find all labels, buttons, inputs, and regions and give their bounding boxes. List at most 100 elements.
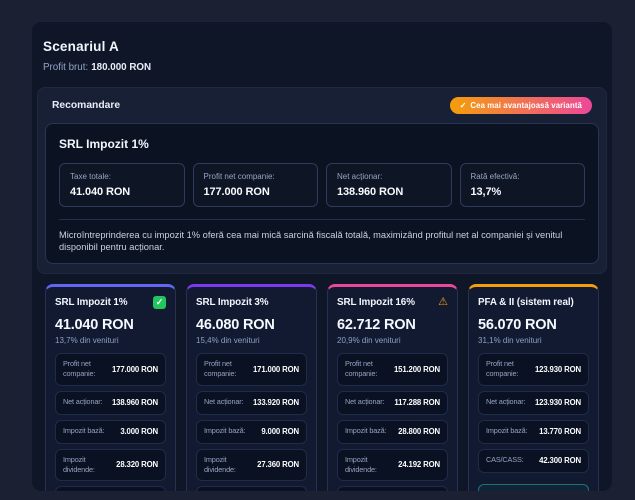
recommendation-card: SRL Impozit 1% Taxe totale: 41.040 RON P…: [45, 123, 599, 264]
row-value: 28.800 RON: [398, 427, 440, 436]
row-value: 9.000 RON: [261, 427, 299, 436]
row-label: Impozit dividende:: [345, 455, 394, 475]
row-value: 133.920 RON: [253, 398, 299, 407]
savings-row: Economii vs. max: 6.642 RON: [478, 484, 589, 492]
gross-profit-value: 180.000 RON: [91, 62, 151, 73]
row-value: 3.000 RON: [120, 427, 158, 436]
table-row: Impozit bază: 13.770 RON: [478, 420, 589, 444]
scenario-card-header: PFA & II (sistem real): [478, 295, 589, 309]
row-value: 24.192 RON: [398, 460, 440, 469]
row-label: Profit net companie:: [63, 359, 108, 379]
stat-label: Taxe totale:: [70, 172, 174, 181]
table-row: Impozit bază: 3.000 RON: [55, 420, 166, 444]
row-value: 151.200 RON: [394, 365, 440, 374]
scenario-card[interactable]: SRL Impozit 1% ✓ 41.040 RON 13,7% din ve…: [45, 284, 176, 492]
row-label: Profit net companie:: [486, 359, 531, 379]
row-value: 138.960 RON: [112, 398, 158, 407]
row-value: 42.300 RON: [539, 456, 581, 465]
table-row: Net acționar: 133.920 RON: [196, 391, 307, 415]
card-rows: Profit net companie: 151.200 RON Net acț…: [337, 353, 448, 492]
percent-of-revenue: 20,9% din venituri: [337, 336, 448, 345]
stat-box: Net acționar: 138.960 RON: [326, 163, 452, 207]
table-row: Impozit dividende: 24.192 RON: [337, 449, 448, 481]
total-taxes-value: 46.080 RON: [196, 317, 307, 333]
stat-box: Rată efectivă: 13,7%: [460, 163, 586, 207]
stat-box: Profit net companie: 177.000 RON: [193, 163, 319, 207]
table-row: Profit net companie: 177.000 RON: [55, 353, 166, 385]
table-row: CASS dividende: 9.720 RON: [196, 486, 307, 492]
row-label: Impozit bază:: [204, 426, 245, 436]
row-value: 171.000 RON: [253, 365, 299, 374]
stat-value: 138.960 RON: [337, 186, 441, 198]
gross-profit-label: Profit brut:: [43, 62, 88, 73]
scenario-card-header: SRL Impozit 3%: [196, 295, 307, 309]
table-row: Impozit dividende: 27.360 RON: [196, 449, 307, 481]
savings-label: Economii vs. max:: [486, 490, 539, 492]
scenario-card[interactable]: SRL Impozit 16% ⚠ 62.712 RON 20,9% din v…: [327, 284, 458, 492]
recommendation-section: Recomandare ✓ Cea mai avantajoasă varian…: [37, 87, 607, 274]
stat-label: Net acționar:: [337, 172, 441, 181]
row-label: Impozit bază:: [63, 426, 104, 436]
table-row: Net acționar: 138.960 RON: [55, 391, 166, 415]
recommendation-description: Microîntreprinderea cu impozit 1% oferă …: [59, 219, 585, 253]
recommendation-header-label: Recomandare: [52, 100, 120, 111]
table-row: Impozit dividende: 28.320 RON: [55, 449, 166, 481]
row-label: CAS/CASS:: [486, 455, 524, 465]
total-taxes-value: 41.040 RON: [55, 317, 166, 333]
percent-of-revenue: 15,4% din venituri: [196, 336, 307, 345]
row-value: 28.320 RON: [116, 460, 158, 469]
scenario-card-header: SRL Impozit 16% ⚠: [337, 295, 448, 309]
row-label: Net acționar:: [486, 397, 525, 407]
table-row: Net acționar: 117.288 RON: [337, 391, 448, 415]
row-label: Impozit dividende:: [204, 455, 253, 475]
row-label: Net acționar:: [63, 397, 102, 407]
table-row: Impozit bază: 9.000 RON: [196, 420, 307, 444]
card-rows: Profit net companie: 177.000 RON Net acț…: [55, 353, 166, 492]
percent-of-revenue: 31,1% din venituri: [478, 336, 589, 345]
scenario-card[interactable]: SRL Impozit 3% 46.080 RON 15,4% din veni…: [186, 284, 317, 492]
row-value: 13.770 RON: [539, 427, 581, 436]
total-taxes-value: 62.712 RON: [337, 317, 448, 333]
scenario-card-title: PFA & II (sistem real): [478, 297, 574, 308]
row-label: Impozit dividende:: [63, 455, 112, 475]
scenario-card-title: SRL Impozit 16%: [337, 297, 415, 308]
scenario-cards: SRL Impozit 1% ✓ 41.040 RON 13,7% din ve…: [45, 284, 599, 492]
table-row: CASS dividende: 9.720 RON: [337, 486, 448, 492]
table-row: Net acționar: 123.930 RON: [478, 391, 589, 415]
row-value: 27.360 RON: [257, 460, 299, 469]
stat-label: Rată efectivă:: [471, 172, 575, 181]
stat-label: Profit net companie:: [204, 172, 308, 181]
table-row: CAS/CASS: 42.300 RON: [478, 449, 589, 473]
row-value: 117.288 RON: [394, 398, 440, 407]
total-taxes-value: 56.070 RON: [478, 317, 589, 333]
table-row: Profit net companie: 123.930 RON: [478, 353, 589, 385]
recommendation-stats: Taxe totale: 41.040 RON Profit net compa…: [59, 163, 585, 207]
row-value: 177.000 RON: [112, 365, 158, 374]
stat-value: 41.040 RON: [70, 186, 174, 198]
scenario-card-header: SRL Impozit 1% ✓: [55, 295, 166, 309]
check-icon: ✓: [460, 101, 467, 110]
scenario-card-title: SRL Impozit 1%: [55, 297, 128, 308]
row-label: Impozit bază:: [486, 426, 527, 436]
row-label: Net acționar:: [345, 397, 384, 407]
scenario-card-title: SRL Impozit 3%: [196, 297, 269, 308]
recommended-scenario-title: SRL Impozit 1%: [59, 137, 585, 151]
table-row: CASS dividende: 9.720 RON: [55, 486, 166, 492]
stat-box: Taxe totale: 41.040 RON: [59, 163, 185, 207]
warning-icon: ⚠: [438, 297, 448, 308]
card-rows: Profit net companie: 123.930 RON Net acț…: [478, 353, 589, 472]
check-icon: ✓: [153, 296, 166, 309]
row-label: Profit net companie:: [204, 359, 249, 379]
row-label: Profit net companie:: [345, 359, 390, 379]
table-row: Profit net companie: 151.200 RON: [337, 353, 448, 385]
recommendation-header: Recomandare ✓ Cea mai avantajoasă varian…: [38, 88, 606, 121]
page-title: Scenariul A: [43, 39, 598, 54]
stat-value: 13,7%: [471, 186, 575, 198]
best-option-badge: ✓ Cea mai avantajoasă variantă: [450, 97, 592, 114]
stat-value: 177.000 RON: [204, 186, 308, 198]
row-label: Net acționar:: [204, 397, 243, 407]
row-value: 123.930 RON: [535, 365, 581, 374]
table-row: Impozit bază: 28.800 RON: [337, 420, 448, 444]
scenario-card[interactable]: PFA & II (sistem real) 56.070 RON 31,1% …: [468, 284, 599, 492]
card-rows: Profit net companie: 171.000 RON Net acț…: [196, 353, 307, 492]
